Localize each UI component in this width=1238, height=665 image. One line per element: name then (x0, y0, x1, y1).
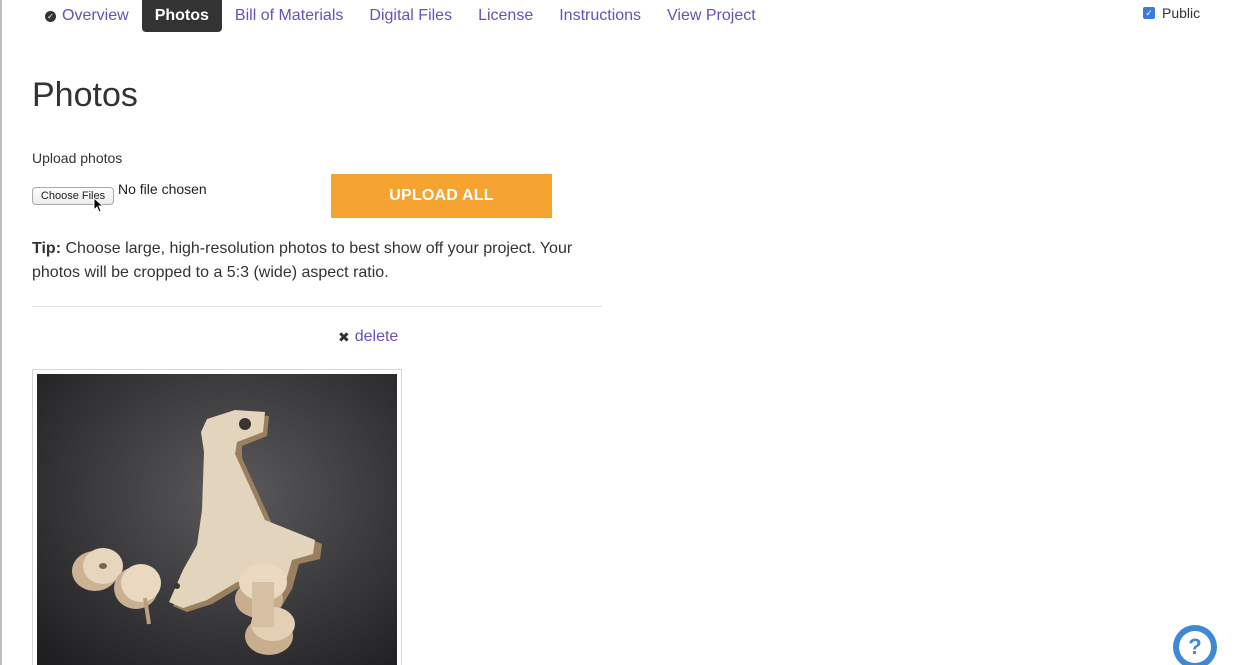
tab-overview-label: Overview (62, 7, 129, 24)
tab-digital-files-label: Digital Files (369, 7, 453, 24)
photo-thumbnail[interactable] (32, 369, 402, 665)
tab-instructions-label: Instructions (559, 7, 642, 24)
tip-body: Choose large, high-resolution photos to … (32, 240, 573, 281)
section-divider (32, 306, 602, 307)
tab-license-label: License (478, 7, 534, 24)
tab-digital-files[interactable]: Digital Files (356, 0, 465, 32)
mouse-cursor-icon (93, 197, 103, 213)
photo-illustration (37, 374, 397, 665)
public-checkbox[interactable]: ✓ (1143, 7, 1155, 19)
wooden-giraffe-toy-photo (37, 374, 397, 665)
no-file-chosen-text: No file chosen (118, 181, 207, 197)
delete-photo-link[interactable]: ✖ delete (338, 328, 398, 346)
upload-all-button[interactable]: UPLOAD ALL (331, 174, 552, 218)
tab-bill-of-materials-label: Bill of Materials (234, 7, 344, 24)
check-circle-icon: ✓ (45, 10, 56, 22)
tab-view-project-label: View Project (667, 7, 756, 24)
tip-text: Tip: Choose large, high-resolution photo… (32, 237, 612, 285)
left-border (0, 0, 2, 665)
tab-instructions[interactable]: Instructions (546, 0, 654, 32)
close-icon: ✖ (338, 328, 350, 345)
delete-label: delete (354, 328, 399, 345)
public-label: Public (1162, 5, 1201, 21)
upload-photos-label: Upload photos (32, 150, 123, 166)
public-toggle[interactable]: ✓ Public (1143, 5, 1200, 21)
tab-overview[interactable]: ✓ Overview (32, 0, 142, 32)
help-question-icon: ? (1179, 631, 1211, 663)
tab-photos[interactable]: Photos (141, 0, 222, 32)
page-title: Photos (32, 76, 138, 114)
tab-bill-of-materials[interactable]: Bill of Materials (222, 0, 356, 32)
tab-photos-label: Photos (154, 7, 209, 24)
project-tabs-nav: ✓ Overview Photos Bill of Materials Digi… (32, 0, 769, 32)
help-chat-button[interactable]: ? (1173, 625, 1217, 665)
tab-license[interactable]: License (465, 0, 546, 32)
tab-view-project[interactable]: View Project (654, 0, 769, 32)
tip-prefix: Tip: (32, 240, 62, 257)
